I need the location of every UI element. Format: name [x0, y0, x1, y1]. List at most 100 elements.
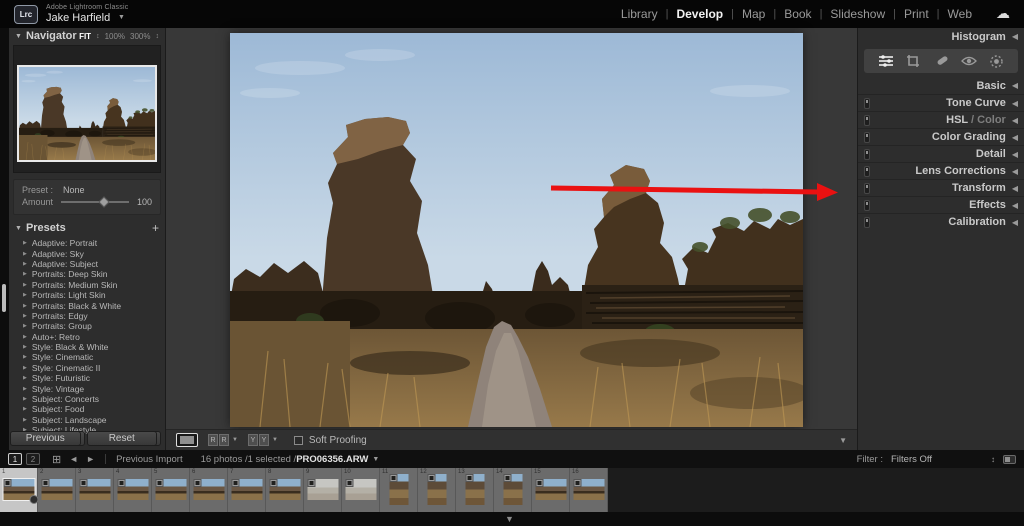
preset-group[interactable]: ▶Adaptive: Subject [9, 259, 165, 269]
add-preset-button[interactable]: + [152, 223, 159, 233]
soft-proofing-checkbox[interactable] [294, 436, 303, 445]
module-book[interactable]: Book [776, 7, 819, 21]
preset-group[interactable]: ▶Adaptive: Sky [9, 248, 165, 258]
user-caret-icon[interactable]: ▼ [118, 14, 125, 21]
photo-thumbnail[interactable] [503, 474, 522, 505]
preset-group[interactable]: ▶Auto+: Retro [9, 332, 165, 342]
filter-dropdown[interactable]: Filters Off [891, 454, 983, 465]
photo-thumbnail[interactable] [3, 479, 34, 500]
left-panel-collapse-rail[interactable] [0, 28, 9, 450]
module-slideshow[interactable]: Slideshow [822, 7, 893, 21]
preset-group[interactable]: ▶Adaptive: Portrait [9, 238, 165, 248]
reference-view-button[interactable]: RR [208, 434, 229, 446]
preset-group[interactable]: ▶Subject: Landscape [9, 415, 165, 425]
amount-slider-thumb[interactable] [99, 196, 110, 207]
filmstrip-cell-6[interactable]: 6 [190, 468, 228, 512]
filmstrip-scroll-caret-icon[interactable]: ▼ [505, 514, 514, 524]
preset-group[interactable]: ▶Portraits: Black & White [9, 300, 165, 310]
preset-group[interactable]: ▶Style: Cinematic II [9, 363, 165, 373]
section-toggle-switch[interactable] [864, 183, 870, 194]
photo-thumbnail[interactable] [427, 474, 446, 505]
monitor-2-button[interactable]: 2 [26, 453, 40, 465]
section-toggle-switch[interactable] [864, 200, 870, 211]
preset-group[interactable]: ▶Portraits: Medium Skin [9, 280, 165, 290]
user-name[interactable]: Jake Harfield [46, 12, 110, 24]
preset-group[interactable]: ▶Portraits: Edgy [9, 311, 165, 321]
preset-group[interactable]: ▶Portraits: Light Skin [9, 290, 165, 300]
filter-updown-icon[interactable]: ↕ [991, 455, 995, 464]
filmstrip-cell-2[interactable]: 2 [38, 468, 76, 512]
photo-thumbnail[interactable] [41, 479, 72, 500]
section-basic[interactable]: Basic◀ [858, 77, 1024, 94]
module-library[interactable]: Library [613, 7, 666, 21]
previous-button[interactable]: Previous [10, 431, 81, 446]
preset-group[interactable]: ▶Style: Cinematic [9, 352, 165, 362]
filmstrip-cell-13[interactable]: 13 [456, 468, 494, 512]
section-toggle-switch[interactable] [864, 217, 870, 228]
photo-thumbnail[interactable] [155, 479, 186, 500]
module-map[interactable]: Map [734, 7, 773, 21]
filmstrip-cell-14[interactable]: 14 [494, 468, 532, 512]
section-toggle-switch[interactable] [864, 132, 870, 143]
filmstrip-cell-11[interactable]: 11 [380, 468, 418, 512]
photo-thumbnail[interactable] [389, 474, 408, 505]
edit-sliders-icon[interactable] [877, 52, 895, 70]
section-calibration[interactable]: Calibration◀ [858, 213, 1024, 230]
filename-caret-icon[interactable]: ▼ [372, 456, 379, 463]
filmstrip-cell-3[interactable]: 3 [76, 468, 114, 512]
filmstrip-cell-7[interactable]: 7 [228, 468, 266, 512]
preset-group[interactable]: ▶Subject: Concerts [9, 394, 165, 404]
updown-icon[interactable]: ↕ [96, 33, 100, 40]
section-hsl[interactable]: HSL / Color◀ [858, 111, 1024, 128]
navigator-preview[interactable] [13, 45, 161, 173]
section-toggle-switch[interactable] [864, 98, 870, 109]
navigator-header[interactable]: ▼ Navigator FIT↕100%300%↕ [9, 28, 165, 44]
section-tone-curve[interactable]: Tone Curve◀ [858, 94, 1024, 111]
section-detail[interactable]: Detail◀ [858, 145, 1024, 162]
module-print[interactable]: Print [896, 7, 937, 21]
before-after-view-button[interactable]: YY [248, 434, 269, 446]
photo-thumbnail[interactable] [345, 479, 376, 500]
selected-filename[interactable]: PRO06356.ARW [296, 454, 368, 465]
section-transform[interactable]: Transform◀ [858, 179, 1024, 196]
filmstrip-cell-12[interactable]: 12 [418, 468, 456, 512]
red-eye-icon[interactable] [960, 52, 978, 70]
photo-thumbnail[interactable] [535, 479, 566, 500]
source-breadcrumb[interactable]: Previous Import [116, 454, 183, 465]
photo-thumbnail[interactable] [269, 479, 300, 500]
toolbar-options-caret-icon[interactable]: ▼ [839, 436, 847, 445]
filmstrip-cell-5[interactable]: 5 [152, 468, 190, 512]
loupe-view-button[interactable] [176, 433, 198, 447]
grid-view-icon[interactable]: ⊞ [52, 453, 61, 466]
histogram-header[interactable]: Histogram ◀ [858, 28, 1024, 45]
zoom-option-300%[interactable]: 300% [130, 32, 150, 41]
main-photo[interactable] [230, 33, 803, 427]
navigator-thumbnail[interactable] [17, 65, 157, 162]
filmstrip-cell-16[interactable]: 16 [570, 468, 608, 512]
healing-icon[interactable] [932, 52, 950, 70]
left-scroll-indicator[interactable] [2, 284, 6, 312]
reset-button[interactable]: Reset [87, 431, 158, 446]
section-toggle-switch[interactable] [864, 149, 870, 160]
preset-group[interactable]: ▶Style: Black & White [9, 342, 165, 352]
masking-icon[interactable] [987, 52, 1005, 70]
filmstrip-cell-10[interactable]: 10 [342, 468, 380, 512]
go-forward-icon[interactable]: ► [86, 454, 95, 464]
filmstrip-cell-1[interactable]: 1 [0, 468, 38, 512]
preset-group[interactable]: ▶Portraits: Deep Skin [9, 269, 165, 279]
preset-group[interactable]: ▶Portraits: Group [9, 321, 165, 331]
preset-group[interactable]: ▶Style: Vintage [9, 383, 165, 393]
crop-icon[interactable] [904, 52, 922, 70]
updown-icon[interactable]: ↕ [156, 33, 160, 40]
photo-thumbnail[interactable] [79, 479, 110, 500]
section-toggle-switch[interactable] [864, 166, 870, 177]
filmstrip-scrollbar[interactable]: ▼ [0, 512, 1024, 526]
filmstrip-cell-9[interactable]: 9 [304, 468, 342, 512]
zoom-option-100%[interactable]: 100% [105, 32, 125, 41]
photo-thumbnail[interactable] [117, 479, 148, 500]
section-color-grading[interactable]: Color Grading◀ [858, 128, 1024, 145]
photo-thumbnail[interactable] [307, 479, 338, 500]
cloud-sync-icon[interactable]: ☁ [996, 5, 1010, 22]
filter-toggle-switch[interactable] [1003, 455, 1016, 464]
go-back-icon[interactable]: ◄ [69, 454, 78, 464]
